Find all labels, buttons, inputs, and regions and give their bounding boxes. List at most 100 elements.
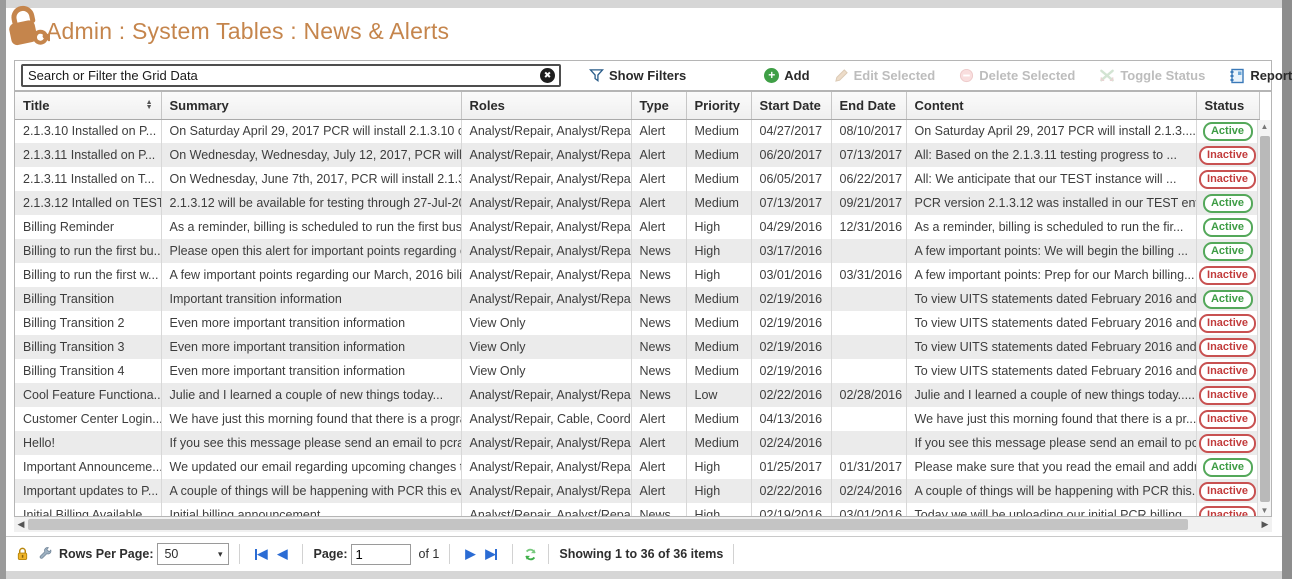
column-header-content[interactable]: Content (906, 92, 1196, 119)
refresh-icon[interactable] (523, 547, 538, 562)
edit-selected-button[interactable]: Edit Selected (828, 68, 942, 83)
page-label: Page: (313, 547, 347, 561)
add-plus-icon: + (764, 68, 779, 83)
table-row[interactable]: Billing Transition 2 Even more important… (15, 311, 1259, 335)
first-page-button[interactable]: ◀ (255, 546, 267, 562)
last-page-button[interactable]: ▶ (485, 546, 497, 562)
page: Admin : System Tables : News & Alerts ✖ … (6, 8, 1282, 571)
table-row[interactable]: 2.1.3.12 Intalled on TEST 2.1.3.12 will … (15, 191, 1259, 215)
cell-title: Billing Transition 2 (15, 311, 161, 335)
cell-title: Hello! (15, 431, 161, 455)
cell-content: Julie and I learned a couple of new thin… (906, 383, 1196, 407)
cell-title: Important Announceme... (15, 455, 161, 479)
cell-priority: Medium (686, 359, 751, 383)
horizontal-scrollbar-thumb[interactable] (28, 519, 1188, 530)
status-badge: Active (1203, 122, 1253, 141)
showing-items-label: Showing 1 to 36 of 36 items (559, 547, 723, 561)
table-row[interactable]: 2.1.3.11 Installed on T... On Wednesday,… (15, 167, 1259, 191)
minus-circle-icon (959, 68, 974, 83)
cell-content: We have just this morning found that the… (906, 407, 1196, 431)
cell-start-date: 02/19/2016 (751, 287, 831, 311)
cell-title: Billing Transition 3 (15, 335, 161, 359)
table-row[interactable]: Important Announceme... We updated our e… (15, 455, 1259, 479)
table-row[interactable]: Customer Center Login... We have just th… (15, 407, 1259, 431)
cell-priority: High (686, 239, 751, 263)
cell-status: Inactive (1196, 479, 1259, 503)
table-row[interactable]: 2.1.3.11 Installed on P... On Wednesday,… (15, 143, 1259, 167)
wrench-icon[interactable] (39, 547, 53, 561)
cell-type: News (631, 335, 686, 359)
status-badge: Active (1203, 218, 1253, 237)
toggle-status-button[interactable]: Toggle Status (1093, 68, 1211, 83)
status-badge: Inactive (1199, 338, 1256, 357)
pagination-footer: Rows Per Page: 50 ▾ ◀ ◀ Page: of 1 ▶ ▶ (6, 536, 1282, 571)
add-button[interactable]: + Add (758, 68, 815, 83)
vertical-scrollbar-thumb[interactable] (1260, 136, 1270, 502)
cell-type: Alert (631, 215, 686, 239)
delete-selected-label: Delete Selected (979, 68, 1075, 83)
cell-status: Inactive (1196, 311, 1259, 335)
search-input[interactable] (21, 64, 561, 87)
cell-type: Alert (631, 143, 686, 167)
cell-summary: Even more important transition informati… (161, 359, 461, 383)
status-badge: Inactive (1199, 482, 1256, 501)
show-filters-button[interactable]: Show Filters (583, 68, 692, 83)
table-row[interactable]: Important updates to P... A couple of th… (15, 479, 1259, 503)
cell-summary: On Wednesday, June 7th, 2017, PCR will i… (161, 167, 461, 191)
delete-selected-button[interactable]: Delete Selected (953, 68, 1081, 83)
table-row[interactable]: Billing Reminder As a reminder, billing … (15, 215, 1259, 239)
cell-end-date: 07/13/2017 (831, 143, 906, 167)
cell-content: A couple of things will be happening wit… (906, 479, 1196, 503)
report-button[interactable]: Report ▾ (1223, 68, 1292, 84)
status-badge: Active (1203, 290, 1253, 309)
cell-status: Inactive (1196, 503, 1259, 517)
status-badge: Inactive (1199, 266, 1256, 285)
cell-status: Inactive (1196, 263, 1259, 287)
column-header-label: Title (23, 98, 50, 113)
rows-per-page-select[interactable]: 50 ▾ (157, 543, 229, 565)
clear-search-icon[interactable]: ✖ (540, 68, 555, 83)
scroll-right-icon[interactable]: ▶ (1258, 519, 1272, 530)
column-header-title[interactable]: Title ▲▼ (15, 92, 161, 119)
column-header-type[interactable]: Type (631, 92, 686, 119)
sort-icon[interactable]: ▲▼ (146, 100, 153, 110)
scroll-down-icon[interactable]: ▼ (1261, 504, 1269, 517)
table-row[interactable]: 2.1.3.10 Installed on P... On Saturday A… (15, 119, 1259, 143)
table-row[interactable]: Hello! If you see this message please se… (15, 431, 1259, 455)
column-header-summary[interactable]: Summary (161, 92, 461, 119)
cell-type: News (631, 263, 686, 287)
cell-status: Active (1196, 119, 1259, 143)
table-row[interactable]: Billing to run the first bu... Please op… (15, 239, 1259, 263)
page-number-input[interactable] (351, 544, 411, 565)
cell-title: 2.1.3.11 Installed on T... (15, 167, 161, 191)
cell-start-date: 04/13/2016 (751, 407, 831, 431)
cell-roles: Analyst/Repair, Analyst/Repai... (461, 287, 631, 311)
cell-content: Please make sure that you read the email… (906, 455, 1196, 479)
column-header-roles[interactable]: Roles (461, 92, 631, 119)
table-row[interactable]: Billing to run the first w... A few impo… (15, 263, 1259, 287)
cell-type: News (631, 311, 686, 335)
scroll-left-icon[interactable]: ◀ (14, 519, 28, 530)
next-page-button[interactable]: ▶ (465, 546, 475, 562)
table-body: 2.1.3.10 Installed on P... On Saturday A… (15, 119, 1259, 517)
cell-roles: Analyst/Repair, Cable, Coordi... (461, 407, 631, 431)
scroll-up-icon[interactable]: ▲ (1261, 120, 1269, 134)
table-row[interactable]: Cool Feature Functiona... Julie and I le… (15, 383, 1259, 407)
table-row[interactable]: Initial Billing Available Initial billin… (15, 503, 1259, 517)
lock-icon[interactable] (16, 547, 29, 561)
table-row[interactable]: Billing Transition 4 Even more important… (15, 359, 1259, 383)
cell-roles: Analyst/Repair, Analyst/Repai... (461, 383, 631, 407)
column-header-priority[interactable]: Priority (686, 92, 751, 119)
table-row[interactable]: Billing Transition Important transition … (15, 287, 1259, 311)
column-header-status[interactable]: Status (1196, 92, 1259, 119)
cell-type: Alert (631, 431, 686, 455)
cell-priority: High (686, 455, 751, 479)
cell-type: Alert (631, 191, 686, 215)
table-row[interactable]: Billing Transition 3 Even more important… (15, 335, 1259, 359)
column-header-start-date[interactable]: Start Date (751, 92, 831, 119)
vertical-scrollbar: ▲ ▼ (1257, 120, 1271, 517)
cell-content: All: We anticipate that our TEST instanc… (906, 167, 1196, 191)
column-header-end-date[interactable]: End Date (831, 92, 906, 119)
previous-page-button[interactable]: ◀ (277, 546, 287, 562)
cell-type: Alert (631, 455, 686, 479)
